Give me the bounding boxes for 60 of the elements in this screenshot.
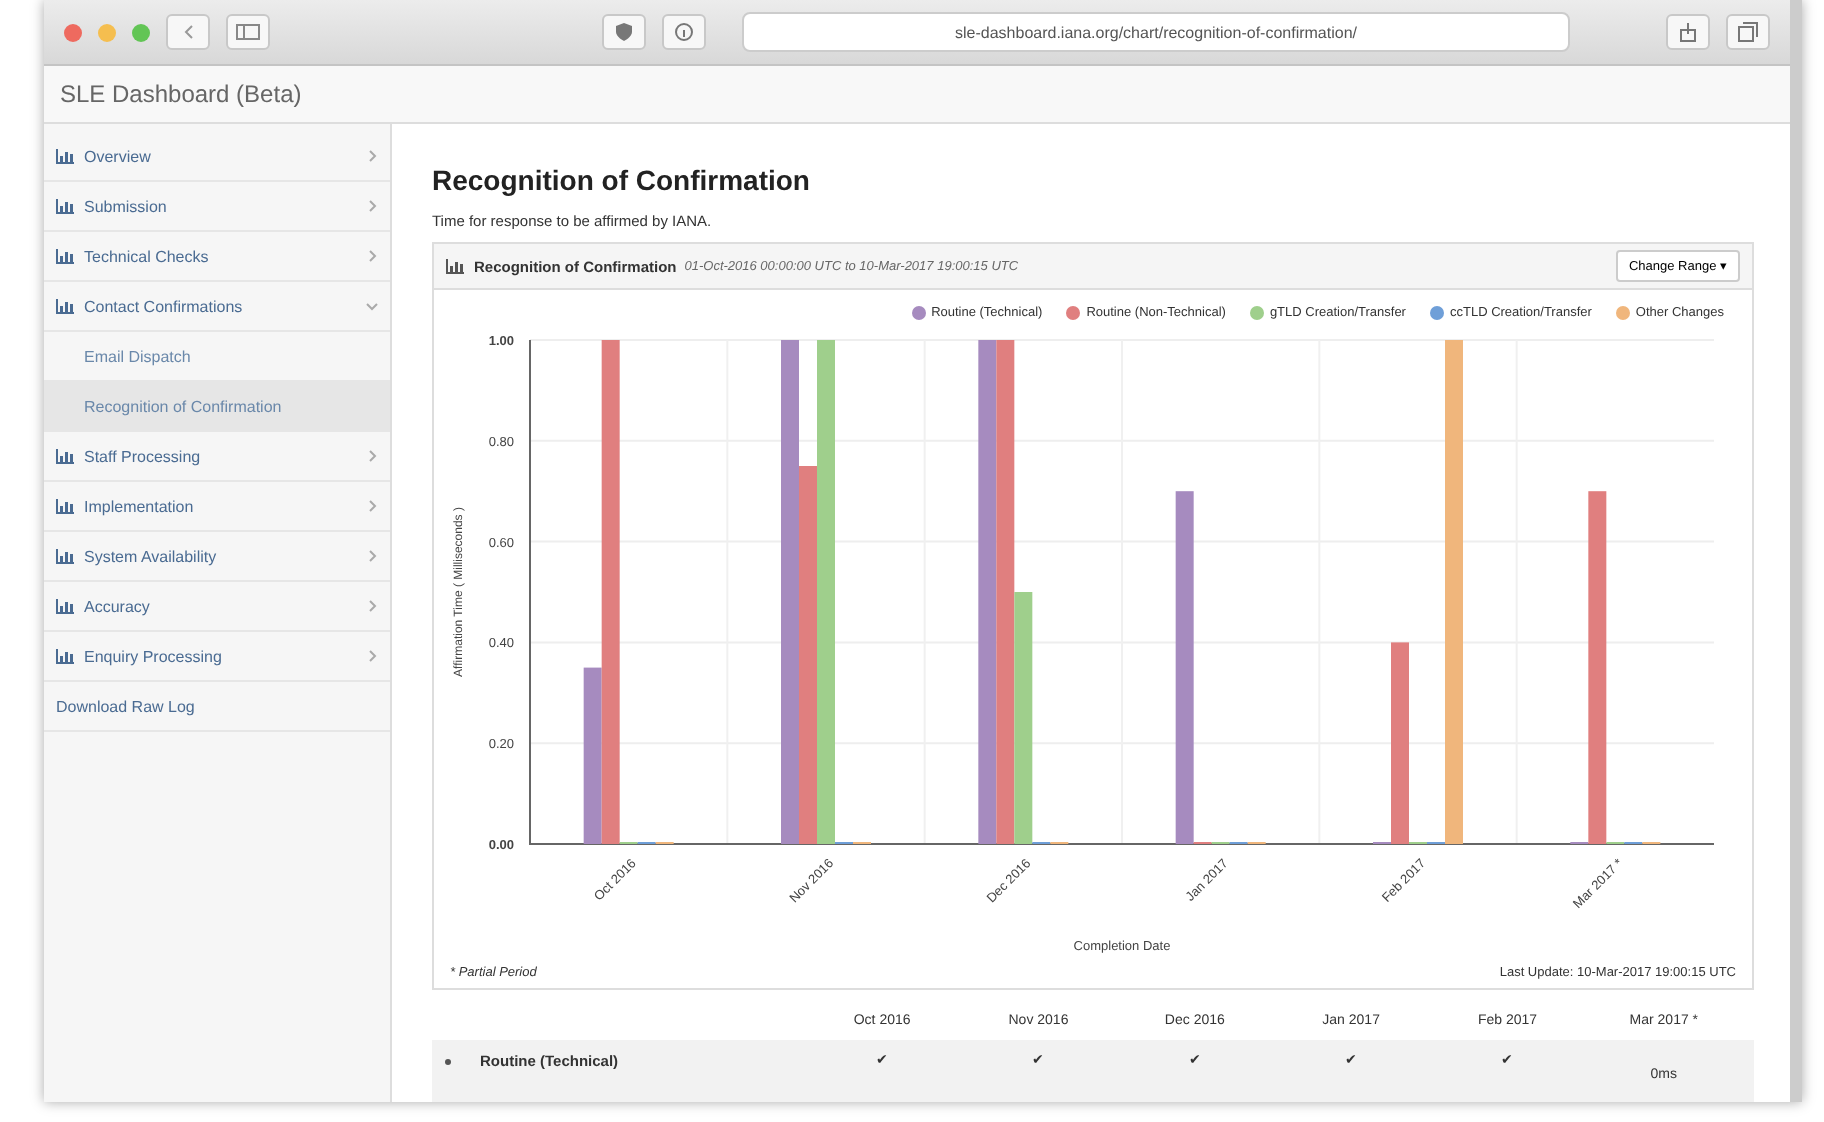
sidebar-item[interactable]: Overview <box>44 132 390 182</box>
sidebar-item[interactable]: Enquiry Processing <box>44 632 390 682</box>
chevron-down-icon <box>366 300 378 312</box>
back-icon <box>181 24 195 40</box>
page-heading: Recognition of Confirmation <box>432 164 812 196</box>
info-icon <box>674 22 694 42</box>
share-icon <box>1678 22 1698 42</box>
bar[interactable] <box>1391 642 1409 844</box>
bar-chart-icon <box>56 248 76 264</box>
bar-chart-icon <box>56 148 76 164</box>
sidebar-item[interactable]: Contact Confirmations <box>44 282 390 332</box>
info-button[interactable] <box>662 14 706 50</box>
sidebar-item[interactable]: Technical Checks <box>44 232 390 282</box>
bar-chart-icon <box>56 448 76 464</box>
bar[interactable] <box>996 340 1015 844</box>
back-button[interactable] <box>166 14 210 50</box>
sidebar-item[interactable]: Accuracy <box>44 582 390 632</box>
bar-chart-icon <box>56 198 76 214</box>
sidebar-item[interactable]: Implementation <box>44 482 390 532</box>
bar-chart-icon <box>56 548 76 564</box>
bar[interactable] <box>1588 491 1607 844</box>
share-button[interactable] <box>1666 14 1710 50</box>
bar-chart-icon <box>56 298 76 314</box>
sidebar-item[interactable]: Staff Processing <box>44 432 390 482</box>
tabs-button[interactable] <box>1726 14 1770 50</box>
chevron-right-icon <box>366 250 378 262</box>
bar-chart-icon <box>56 598 76 614</box>
bar-chart-icon <box>56 648 76 664</box>
bar[interactable] <box>601 340 620 844</box>
bar[interactable] <box>1445 340 1463 844</box>
chevron-right-icon <box>366 600 378 612</box>
shield-button[interactable] <box>602 14 646 50</box>
zoom-button[interactable] <box>132 23 150 41</box>
chevron-right-icon <box>366 200 378 212</box>
sidebar-item[interactable]: Download Raw Log <box>44 682 390 732</box>
close-button[interactable] <box>64 23 82 41</box>
bar[interactable] <box>1175 491 1194 844</box>
bar-chart-icon <box>446 258 466 274</box>
site-title: SLE Dashboard (Beta) <box>60 80 302 108</box>
sidebar-item[interactable]: System Availability <box>44 532 390 582</box>
bar-chart-icon <box>56 498 76 514</box>
tabs-icon <box>1738 22 1758 42</box>
bar[interactable] <box>817 340 835 844</box>
address-bar[interactable]: sle-dashboard.iana.org/chart/recognition-of-confirmation/ <box>742 12 1570 52</box>
chevron-right-icon <box>366 650 378 662</box>
chevron-right-icon <box>366 150 378 162</box>
bar[interactable] <box>1014 592 1033 844</box>
sidebar-icon <box>236 24 260 40</box>
bar[interactable] <box>583 667 602 844</box>
chevron-right-icon <box>366 450 378 462</box>
sidebar-item[interactable]: Recognition of Confirmation <box>44 382 390 432</box>
chevron-right-icon <box>366 500 378 512</box>
bar[interactable] <box>781 340 799 844</box>
shield-icon <box>614 22 634 42</box>
bar[interactable] <box>799 466 817 844</box>
sidebar-item[interactable]: Submission <box>44 182 390 232</box>
minimize-button[interactable] <box>98 23 116 41</box>
chevron-right-icon <box>366 550 378 562</box>
bar[interactable] <box>978 340 997 844</box>
sidebar-button[interactable] <box>226 14 270 50</box>
